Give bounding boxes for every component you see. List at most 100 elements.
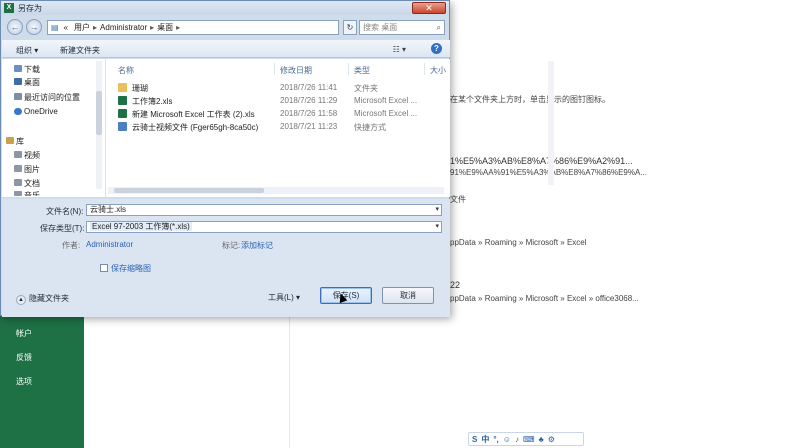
- ime-toolbar[interactable]: S 中 °, ☺ ♪ ⌨ ♣ ⚙: [468, 432, 584, 446]
- organize-menu[interactable]: 组织 ▾: [16, 45, 38, 56]
- chevron-right-icon[interactable]: ▸: [176, 23, 180, 32]
- music-icon: [14, 191, 22, 196]
- thumbnail-checkbox[interactable]: [100, 264, 108, 272]
- ime-mode-label[interactable]: 中: [481, 434, 489, 445]
- tools-menu[interactable]: 工具(L) ▾: [268, 292, 300, 303]
- filename-value: 云骑士.xls: [90, 205, 126, 214]
- ime-logo-icon[interactable]: S: [472, 435, 477, 444]
- breadcrumb[interactable]: ▤ « 用户 ▸ Administrator ▸ 桌面 ▸: [47, 20, 339, 35]
- browser-area: 下载 桌面 最近访问的位置 OneDrive 库 视频 图片 文档 音乐 名称 …: [2, 59, 554, 197]
- list-item[interactable]: 新建 Microsoft Excel 工作表 (2).xls 2018/7/26…: [108, 107, 448, 120]
- nav-scrollbar-thumb[interactable]: [96, 91, 102, 135]
- file-date: 2018/7/26 11:41: [280, 83, 338, 92]
- backstage-nav-feedback[interactable]: 反馈: [16, 352, 32, 363]
- filename-label: 文件名(N):: [46, 207, 84, 216]
- column-header-date[interactable]: 修改日期: [280, 65, 312, 76]
- filename-field[interactable]: 云骑士.xls ▾: [86, 204, 442, 216]
- file-name: 工作簿2.xls: [132, 97, 173, 106]
- chevron-down-icon[interactable]: ▾: [296, 293, 300, 302]
- chevron-down-icon[interactable]: ▾: [435, 205, 439, 215]
- cancel-button[interactable]: 取消: [382, 287, 434, 304]
- backstage-nav-account[interactable]: 帐户: [16, 328, 32, 339]
- thumbnail-label[interactable]: 保存缩略图: [111, 263, 151, 274]
- library-icon: [6, 137, 14, 144]
- emoji-icon[interactable]: ☺: [503, 435, 511, 444]
- view-options-icon[interactable]: ☷ ▾: [393, 45, 406, 54]
- file-type: 文件夹: [354, 84, 378, 93]
- horizontal-scrollbar-thumb[interactable]: [114, 188, 264, 193]
- list-item[interactable]: 珊瑚 2018/7/26 11:41 文件夹: [108, 81, 448, 94]
- author-value[interactable]: Administrator: [86, 240, 133, 249]
- recent-folder-label: 文件: [450, 195, 466, 204]
- author-label: 作者:: [62, 241, 81, 250]
- settings-icon[interactable]: ⚙: [548, 435, 555, 444]
- file-type: 快捷方式: [354, 123, 386, 132]
- nav-item-onedrive[interactable]: OneDrive: [24, 107, 58, 116]
- hide-folders-button[interactable]: ▲ 隐藏文件夹: [16, 293, 69, 305]
- savetype-select[interactable]: Excel 97-2003 工作簿(*.xls) ▾: [86, 221, 442, 233]
- savetype-value: Excel 97-2003 工作簿(*.xls): [90, 222, 192, 231]
- chevron-right-icon[interactable]: ▸: [150, 23, 154, 32]
- nav-item-desktop[interactable]: 桌面: [24, 77, 40, 88]
- recent-path-text[interactable]: ppData » Roaming » Microsoft » Excel » o…: [450, 294, 639, 303]
- file-name: 珊瑚: [132, 84, 148, 93]
- file-date: 2018/7/26 11:58: [280, 109, 338, 118]
- column-separator[interactable]: [348, 63, 349, 75]
- file-list: 名称 修改日期 类型 大小 珊瑚 2018/7/26 11:41 文件夹 工作簿…: [108, 59, 554, 197]
- voice-icon[interactable]: ♪: [515, 435, 519, 444]
- help-icon[interactable]: ?: [431, 43, 442, 54]
- tags-value[interactable]: 添加标记: [241, 240, 273, 251]
- breadcrumb-administrator[interactable]: Administrator: [100, 23, 147, 32]
- search-icon[interactable]: ⌕: [437, 21, 441, 34]
- nav-item-music[interactable]: 音乐: [24, 190, 40, 196]
- search-input[interactable]: 搜索 桌面 ⌕: [359, 20, 445, 35]
- column-separator[interactable]: [424, 63, 425, 75]
- cloud-icon: [14, 108, 22, 115]
- breadcrumb-desktop[interactable]: 桌面: [157, 22, 173, 33]
- chevron-down-icon[interactable]: ▾: [435, 222, 439, 232]
- column-header-type[interactable]: 类型: [354, 65, 370, 76]
- chevron-up-icon[interactable]: ▲: [16, 295, 26, 305]
- nav-item-recent[interactable]: 最近访问的位置: [24, 92, 80, 103]
- nav-item-documents[interactable]: 文档: [24, 178, 40, 189]
- column-header-size[interactable]: 大小: [430, 65, 446, 76]
- pin-hint-text: 在某个文件夹上方时，单击显示的图钉图标。: [450, 95, 610, 104]
- video-icon: [14, 151, 22, 158]
- recent-path-text[interactable]: 1%E5%A3%AB%E8%A7%86%E9%A2%91...: [450, 156, 633, 166]
- refresh-icon[interactable]: ↻: [343, 20, 357, 35]
- breadcrumb-users[interactable]: 用户: [74, 22, 90, 33]
- save-button[interactable]: 保存(S): [320, 287, 372, 304]
- column-header-name[interactable]: 名称: [118, 65, 134, 76]
- excel-icon: [118, 109, 127, 118]
- save-form: 文件名(N): 云骑士.xls ▾ 保存类型(T): Excel 97-2003…: [2, 199, 450, 317]
- list-item[interactable]: 工作簿2.xls 2018/7/26 11:29 Microsoft Excel…: [108, 94, 448, 107]
- close-button[interactable]: ✕: [412, 2, 446, 14]
- nav-item-pictures[interactable]: 图片: [24, 164, 40, 175]
- keyboard-icon[interactable]: ⌨: [523, 435, 535, 444]
- nav-item-downloads[interactable]: 下载: [24, 64, 40, 75]
- tools-label: 工具(L): [268, 293, 294, 302]
- dialog-title: 另存为: [18, 3, 42, 13]
- file-list-scrollbar[interactable]: [548, 61, 554, 185]
- breadcrumb-overflow[interactable]: «: [64, 23, 68, 32]
- horizontal-scrollbar[interactable]: [108, 187, 444, 194]
- chevron-right-icon[interactable]: ▸: [93, 23, 97, 32]
- back-arrow-icon[interactable]: ←: [7, 19, 23, 35]
- column-separator[interactable]: [274, 63, 275, 75]
- dialog-titlebar[interactable]: X 另存为 ✕: [1, 1, 449, 15]
- backstage-nav-options[interactable]: 选项: [16, 376, 32, 387]
- nav-item-videos[interactable]: 视频: [24, 150, 40, 161]
- document-icon: [14, 179, 22, 186]
- nav-scrollbar[interactable]: [96, 61, 102, 189]
- list-item[interactable]: 云骑士视频文件 (Fger65gh-8ca50c) 2018/7/21 11:2…: [108, 120, 448, 133]
- savetype-label: 保存类型(T):: [40, 224, 85, 233]
- punctuation-icon[interactable]: °,: [493, 435, 498, 444]
- address-bar-row: ← → ▤ « 用户 ▸ Administrator ▸ 桌面 ▸ ↻ 搜索 桌…: [1, 16, 449, 38]
- new-folder-button[interactable]: 新建文件夹: [60, 45, 100, 56]
- nav-item-libraries[interactable]: 库: [16, 136, 24, 147]
- skin-icon[interactable]: ♣: [538, 435, 543, 444]
- recent-path-text[interactable]: ppData » Roaming » Microsoft » Excel: [450, 238, 587, 247]
- forward-arrow-icon[interactable]: →: [26, 19, 42, 35]
- desktop-icon: [14, 78, 22, 85]
- file-date: 2018/7/26 11:29: [280, 96, 338, 105]
